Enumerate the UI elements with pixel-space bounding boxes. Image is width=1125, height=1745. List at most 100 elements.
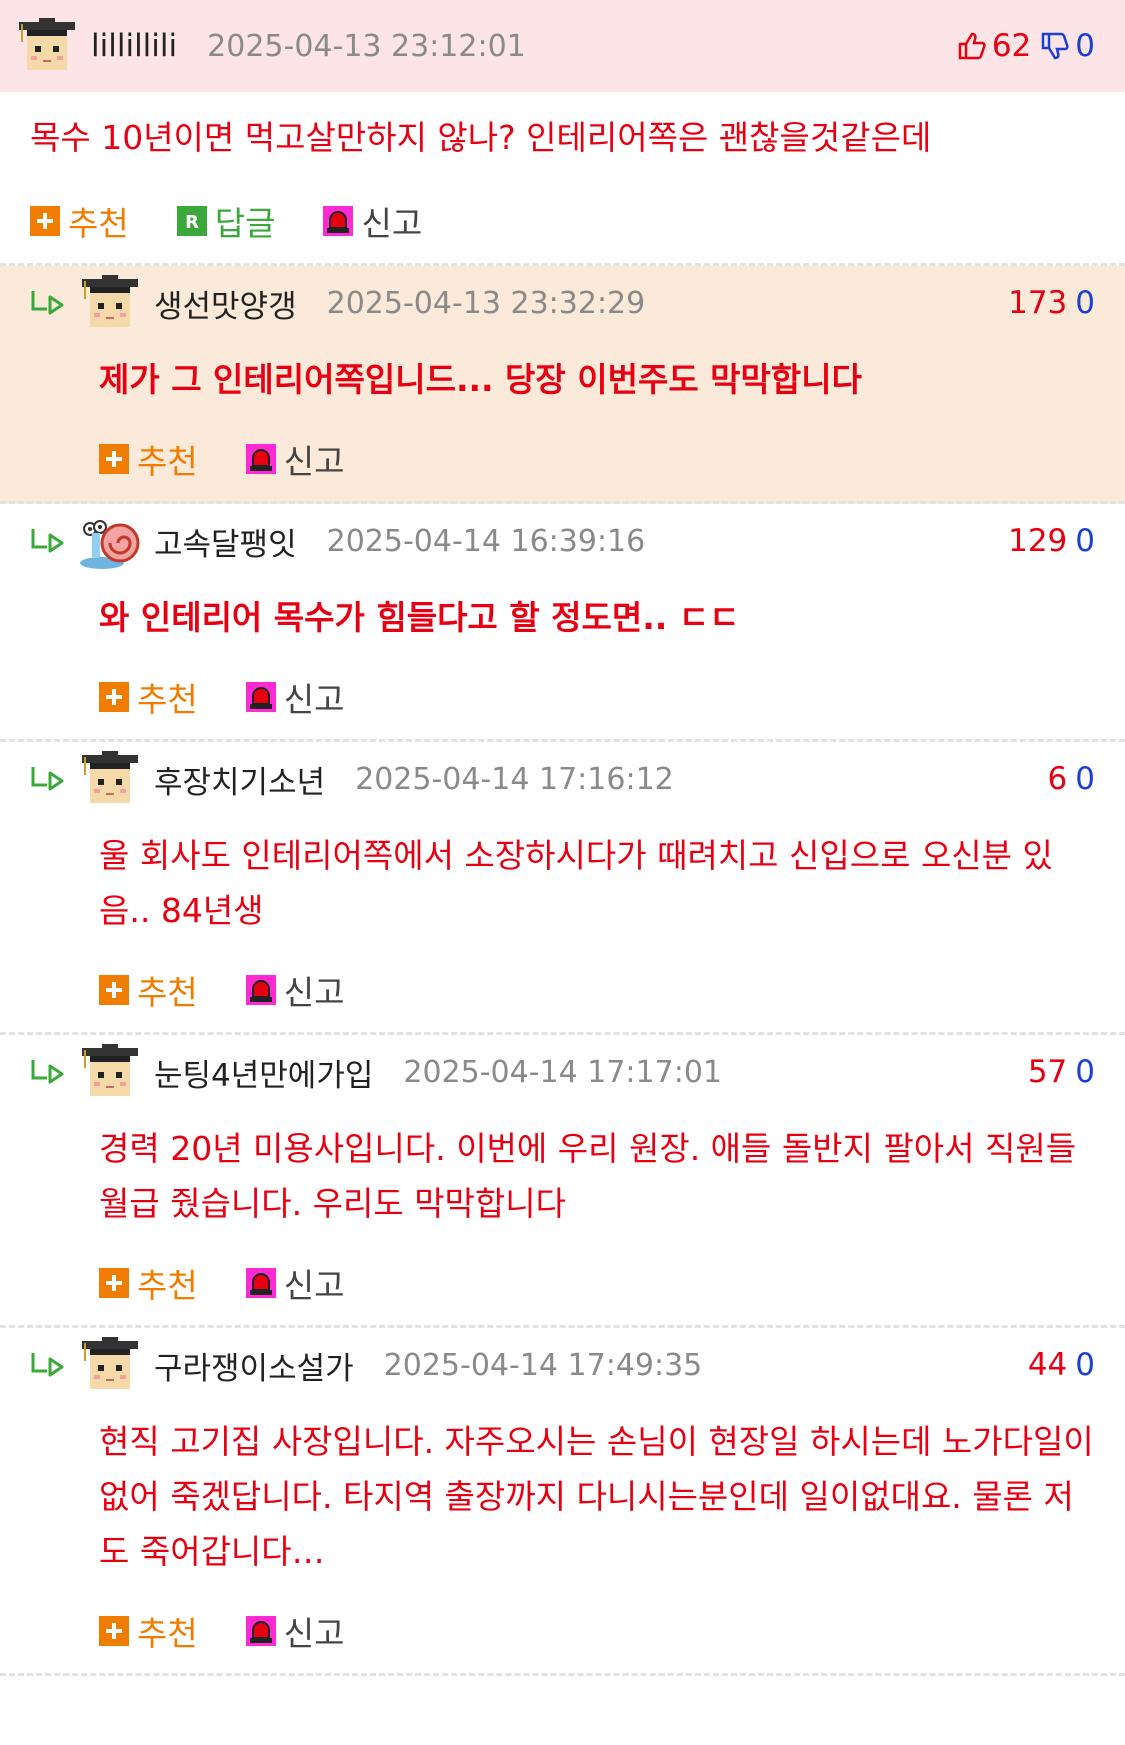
downvote-count[interactable]: 0 bbox=[1075, 761, 1095, 797]
downvote-count[interactable]: 0 bbox=[1075, 285, 1095, 321]
snail-avatar-icon[interactable] bbox=[78, 509, 142, 573]
comment-text: 현직 고기집 사장입니다. 자주오시는 손님이 현장일 하시는데 노가다일이없어… bbox=[99, 1422, 1094, 1571]
reply-comment: 고속달팽잇 2025-04-14 16:39:16 129 0 와 인테리어 목… bbox=[0, 504, 1125, 742]
vote-box: 129 0 bbox=[1008, 523, 1095, 559]
report-label: 신고 bbox=[361, 204, 423, 243]
timestamp: 2025-04-14 16:39:16 bbox=[326, 523, 646, 559]
scholar-avatar-icon[interactable] bbox=[78, 1040, 142, 1104]
reply-comment: 후장치기소년 2025-04-14 17:16:12 6 0 울 회사도 인테리… bbox=[0, 742, 1125, 1035]
siren-icon bbox=[245, 1268, 276, 1298]
root-comment: lillillili 2025-04-13 23:12:01 62 0 목수 1… bbox=[0, 0, 1125, 266]
comment-text: 와 인테리어 목수가 힘들다고 할 정도면.. ㄷㄷ bbox=[99, 598, 740, 637]
recommend-label: 추천 bbox=[137, 442, 198, 481]
downvote-count: 0 bbox=[1075, 28, 1095, 64]
username[interactable]: 눈팅4년만에가입 bbox=[154, 1050, 373, 1095]
scholar-avatar-icon[interactable] bbox=[78, 1333, 142, 1397]
recommend-button[interactable]: 추천 bbox=[30, 197, 129, 245]
upvote-count[interactable]: 129 bbox=[1008, 523, 1067, 559]
reply-arrow-icon bbox=[28, 521, 70, 561]
scholar-avatar-icon[interactable] bbox=[78, 271, 142, 335]
report-button[interactable]: 신고 bbox=[245, 435, 345, 483]
plus-icon bbox=[30, 206, 60, 236]
upvote-count[interactable]: 6 bbox=[1048, 761, 1068, 797]
username[interactable]: 후장치기소년 bbox=[154, 757, 325, 802]
report-button[interactable]: 신고 bbox=[323, 197, 422, 245]
recommend-label: 추천 bbox=[137, 1266, 198, 1305]
timestamp: 2025-04-13 23:32:29 bbox=[326, 285, 646, 321]
vote-box: 6 0 bbox=[1048, 761, 1095, 797]
recommend-label: 추천 bbox=[68, 204, 129, 243]
report-button[interactable]: 신고 bbox=[245, 673, 345, 721]
downvote-count[interactable]: 0 bbox=[1075, 1054, 1095, 1090]
reply-arrow-icon bbox=[28, 283, 70, 323]
comment-actions: 추천 신고 bbox=[0, 948, 1125, 1032]
username[interactable]: 구라쟁이소설가 bbox=[154, 1343, 354, 1388]
reply-comment: 눈팅4년만에가입 2025-04-14 17:17:01 57 0 경력 20년… bbox=[0, 1035, 1125, 1328]
report-label: 신고 bbox=[283, 973, 345, 1012]
vote-box: 62 0 bbox=[952, 28, 1095, 64]
scholar-avatar-icon[interactable] bbox=[15, 14, 79, 78]
comment-header: 고속달팽잇 2025-04-14 16:39:16 129 0 bbox=[0, 504, 1125, 578]
reply-arrow-icon bbox=[28, 1052, 70, 1092]
comment-actions: 추천 신고 bbox=[0, 1589, 1125, 1673]
plus-icon bbox=[99, 444, 129, 474]
plus-icon bbox=[99, 682, 129, 712]
upvote-count[interactable]: 57 bbox=[1028, 1054, 1067, 1090]
plus-icon bbox=[99, 1268, 129, 1298]
siren-icon bbox=[245, 682, 276, 712]
comment-actions: 추천 신고 bbox=[0, 417, 1125, 501]
timestamp: 2025-04-14 17:49:35 bbox=[383, 1347, 703, 1383]
reply-comment: 생선맛양갱 2025-04-13 23:32:29 173 0 제가 그 인테리… bbox=[0, 266, 1125, 504]
scholar-avatar-icon[interactable] bbox=[78, 747, 142, 811]
reply-arrow-icon bbox=[28, 759, 70, 799]
username[interactable]: 고속달팽잇 bbox=[154, 519, 297, 564]
recommend-label: 추천 bbox=[137, 680, 198, 719]
recommend-label: 추천 bbox=[137, 973, 198, 1012]
upvote-count: 62 bbox=[991, 28, 1032, 64]
reply-r-icon: R bbox=[176, 206, 207, 236]
recommend-button[interactable]: 추천 bbox=[99, 435, 198, 483]
comment-actions: 추천 R 답글 신고 bbox=[0, 179, 1125, 263]
report-button[interactable]: 신고 bbox=[245, 966, 345, 1014]
thumbs-down-icon[interactable] bbox=[1039, 30, 1071, 62]
downvote-count[interactable]: 0 bbox=[1075, 1347, 1095, 1383]
siren-icon bbox=[245, 444, 276, 474]
report-label: 신고 bbox=[283, 1614, 345, 1653]
reply-button[interactable]: R 답글 bbox=[176, 197, 276, 245]
comment-text: 목수 10년이면 먹고살만하지 않나? 인테리어쪽은 괜찮을것같은데 bbox=[30, 118, 932, 157]
comment-text: 경력 20년 미용사입니다. 이번에 우리 원장. 애들 돌반지 팔아서 직원들… bbox=[99, 1129, 1077, 1223]
report-label: 신고 bbox=[283, 680, 345, 719]
timestamp: 2025-04-14 17:17:01 bbox=[403, 1054, 722, 1090]
recommend-button[interactable]: 추천 bbox=[99, 673, 198, 721]
report-button[interactable]: 신고 bbox=[245, 1607, 345, 1655]
thumbs-up-icon[interactable] bbox=[956, 30, 988, 62]
report-label: 신고 bbox=[283, 442, 345, 481]
report-label: 신고 bbox=[283, 1266, 345, 1305]
downvote-count[interactable]: 0 bbox=[1075, 523, 1095, 559]
reply-list: 생선맛양갱 2025-04-13 23:32:29 173 0 제가 그 인테리… bbox=[0, 266, 1125, 1676]
vote-box: 173 0 bbox=[1008, 285, 1095, 321]
svg-text:R: R bbox=[185, 212, 199, 233]
recommend-label: 추천 bbox=[137, 1614, 198, 1653]
reply-arrow-icon bbox=[28, 1345, 70, 1385]
siren-icon bbox=[323, 206, 354, 236]
report-button[interactable]: 신고 bbox=[245, 1259, 345, 1307]
timestamp: 2025-04-14 17:16:12 bbox=[355, 761, 674, 797]
recommend-button[interactable]: 추천 bbox=[99, 966, 198, 1014]
reply-comment: 구라쟁이소설가 2025-04-14 17:49:35 44 0 현직 고기집 … bbox=[0, 1328, 1125, 1676]
upvote-count[interactable]: 173 bbox=[1008, 285, 1067, 321]
timestamp: 2025-04-13 23:12:01 bbox=[207, 28, 526, 64]
comment-header: 구라쟁이소설가 2025-04-14 17:49:35 44 0 bbox=[0, 1328, 1125, 1402]
upvote-count[interactable]: 44 bbox=[1028, 1347, 1067, 1383]
comment-actions: 추천 신고 bbox=[0, 1241, 1125, 1325]
vote-box: 57 0 bbox=[1028, 1054, 1095, 1090]
username[interactable]: 생선맛양갱 bbox=[154, 281, 297, 326]
plus-icon bbox=[99, 1616, 129, 1646]
comment-header: 눈팅4년만에가입 2025-04-14 17:17:01 57 0 bbox=[0, 1035, 1125, 1109]
username[interactable]: lillillili bbox=[91, 28, 177, 64]
recommend-button[interactable]: 추천 bbox=[99, 1607, 198, 1655]
recommend-button[interactable]: 추천 bbox=[99, 1259, 198, 1307]
reply-label: 답글 bbox=[214, 204, 276, 243]
comment-header: 생선맛양갱 2025-04-13 23:32:29 173 0 bbox=[0, 266, 1125, 340]
comment-text: 제가 그 인테리어쪽입니드... 당장 이번주도 막막합니다 bbox=[99, 360, 862, 399]
